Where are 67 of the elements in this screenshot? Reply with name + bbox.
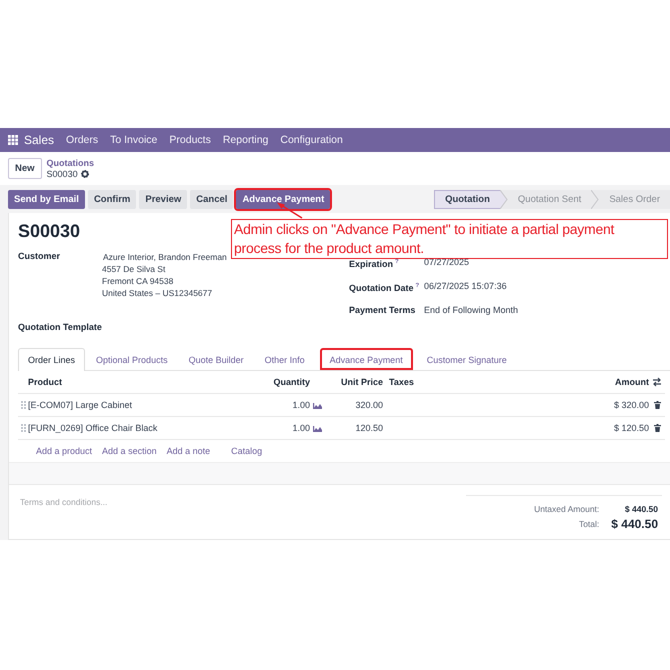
action-button[interactable]: Confirm [88,190,136,208]
field-label: Expiration $^{?}$ [349,258,400,271]
total-label: Total: [578,519,600,529]
column-header: Product [28,371,271,394]
new-button[interactable]: New [8,158,42,179]
notebook-tab[interactable]: Quote Builder [178,348,254,370]
chevron-icon [591,190,600,208]
field-value: United States – US12345677 [102,287,214,299]
annotation-note: Admin clicks on "Advance Payment" to initiate a partial payment process for the product amount. [231,219,668,259]
app-name[interactable]: Sales [24,133,54,147]
record-title: S00030 [18,221,80,243]
add-link[interactable]: Add a product [36,446,92,456]
menu-item[interactable]: Orders [66,134,98,146]
notebook-tab[interactable]: Other Info [254,348,315,370]
table-cell: [E-COM07] Large Cabinet [28,394,271,417]
breadcrumb-link[interactable]: Quotations [46,158,94,168]
action-button[interactable]: Cancel [190,190,234,208]
table-cell: $ 120.50 [590,417,649,440]
column-header: Amount [590,371,649,394]
menu-item[interactable]: To Invoice [110,134,158,146]
adjust-columns-icon[interactable] [652,377,662,387]
notebook-tab[interactable]: Advance Payment [320,348,413,370]
total-value: $ 440.50 [624,504,658,514]
field-value: 07/27/2025 [424,256,470,269]
table-cell: 320.00 [324,394,383,417]
gear-icon[interactable] [80,170,89,178]
field-label: Quotation Template [18,322,102,334]
table-cell: 1.00 [271,394,310,417]
table-cell: $ 320.00 [590,394,649,417]
notebook-tab[interactable]: Optional Products [86,348,178,370]
help-mark[interactable]: ? [395,259,399,265]
table-cell: 120.50 [324,417,383,440]
table-cell: 1.00 [271,417,310,440]
help-mark[interactable]: ? [416,283,420,289]
field-label: Payment Terms [349,304,416,317]
field-value: End of Following Month [424,304,520,317]
trash-icon[interactable] [654,401,660,409]
add-link[interactable]: Catalog [231,446,262,456]
trash-icon[interactable] [654,424,660,432]
action-button[interactable]: Advance Payment [236,190,330,208]
column-header: Quantity [271,371,310,394]
total-value: $ 440.50 [611,517,658,531]
menu-item[interactable]: Configuration [280,134,343,146]
forecast-chart-icon[interactable] [312,401,322,409]
notebook-tab[interactable]: Customer Signature [416,348,517,370]
add-link[interactable]: Add a note [166,446,210,456]
column-header: Unit Price [324,371,383,394]
field-label: Customer [18,251,62,263]
field-value: Fremont CA 94538 [102,275,174,287]
total-label: Untaxed Amount: [534,504,600,514]
field-value: 4557 De Silva St [102,263,166,275]
field-value: Azure Interior, Brandon Freeman [103,251,228,263]
column-header: Taxes [389,371,590,394]
apps-menu-icon[interactable] [8,135,18,145]
notebook-tab[interactable]: Order Lines [18,348,86,371]
table-cell: [FURN_0269] Office Chair Black [28,417,271,440]
add-link[interactable]: Add a section [102,446,157,456]
field-label: Quotation Date $^{?}$ [349,282,420,295]
action-button[interactable]: Send by Email [8,190,85,208]
drag-handle-icon[interactable] [20,424,26,432]
menu-item[interactable]: Products [169,134,211,146]
forecast-chart-icon[interactable] [312,424,322,432]
field-value: 06/27/2025 15:07:36 [424,280,508,293]
action-button[interactable]: Preview [139,190,188,208]
drag-handle-icon[interactable] [20,401,26,409]
record-name: S00030 [46,168,78,180]
menu-item[interactable]: Reporting [222,134,268,146]
